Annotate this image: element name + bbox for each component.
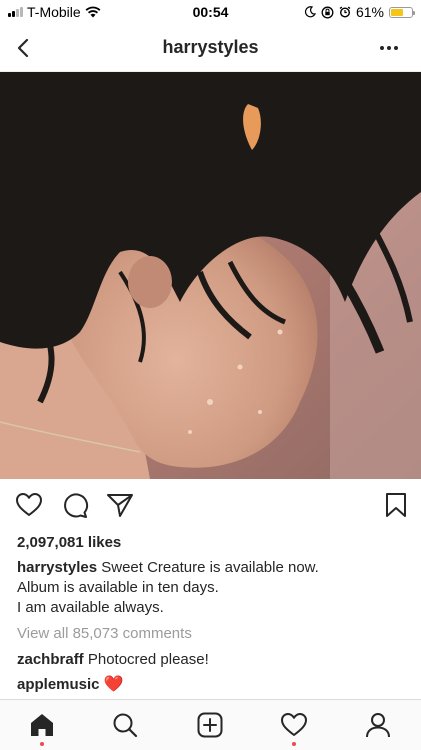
- post-header: harrystyles: [0, 24, 421, 72]
- bottom-tab-bar: [0, 699, 421, 750]
- caption-line: Album is available in ten days.: [17, 579, 219, 596]
- add-post-icon[interactable]: [196, 711, 224, 739]
- comment: applemusic ❤️: [17, 675, 124, 695]
- heart-icon[interactable]: [15, 491, 43, 519]
- battery-level: [391, 8, 404, 16]
- status-right: 61%: [304, 4, 415, 20]
- battery-percent: 61%: [355, 4, 384, 20]
- search-icon[interactable]: [111, 711, 139, 739]
- caption-line: I am available always.: [17, 599, 164, 616]
- caption-line: harrystyles Sweet Creature is available …: [17, 558, 407, 578]
- rotation-lock-icon: [321, 6, 334, 18]
- post-caption: harrystyles Sweet Creature is available …: [17, 558, 407, 618]
- paper-plane-icon[interactable]: [106, 491, 134, 519]
- activity-notification-dot: [292, 742, 296, 746]
- comment-bubble-icon[interactable]: [61, 491, 89, 519]
- comment-text: ❤️: [103, 676, 124, 693]
- signal-icon: [8, 7, 23, 17]
- post-photo[interactable]: [0, 72, 421, 479]
- comment-username[interactable]: applemusic: [17, 676, 100, 693]
- home-icon[interactable]: [28, 711, 56, 739]
- likes-count[interactable]: 2,097,081 likes: [17, 534, 121, 551]
- post-actions: [0, 479, 421, 531]
- wifi-icon: [85, 6, 101, 18]
- moon-icon: [304, 6, 316, 18]
- home-notification-dot: [40, 742, 44, 746]
- caption-username[interactable]: harrystyles: [17, 559, 97, 576]
- bookmark-icon[interactable]: [382, 491, 410, 519]
- profile-icon[interactable]: [364, 711, 392, 739]
- comment-text: Photocred please!: [87, 651, 209, 668]
- comment: zachbraff Photocred please!: [17, 650, 209, 670]
- caption-text: Sweet Creature is available now.: [101, 559, 319, 576]
- carrier-label: T-Mobile: [27, 4, 81, 20]
- status-bar: T-Mobile 00:54 61%: [0, 0, 421, 24]
- battery-icon: [389, 6, 415, 18]
- comment-username[interactable]: zachbraff: [17, 651, 84, 668]
- status-left: T-Mobile: [8, 4, 101, 20]
- view-all-comments-link[interactable]: View all 85,073 comments: [17, 625, 192, 642]
- alarm-icon: [339, 6, 351, 18]
- page-title[interactable]: harrystyles: [162, 37, 258, 58]
- chevron-left-icon[interactable]: [12, 36, 36, 60]
- activity-heart-icon[interactable]: [280, 711, 308, 739]
- more-dots-icon[interactable]: [377, 36, 401, 60]
- post-image: [0, 72, 421, 479]
